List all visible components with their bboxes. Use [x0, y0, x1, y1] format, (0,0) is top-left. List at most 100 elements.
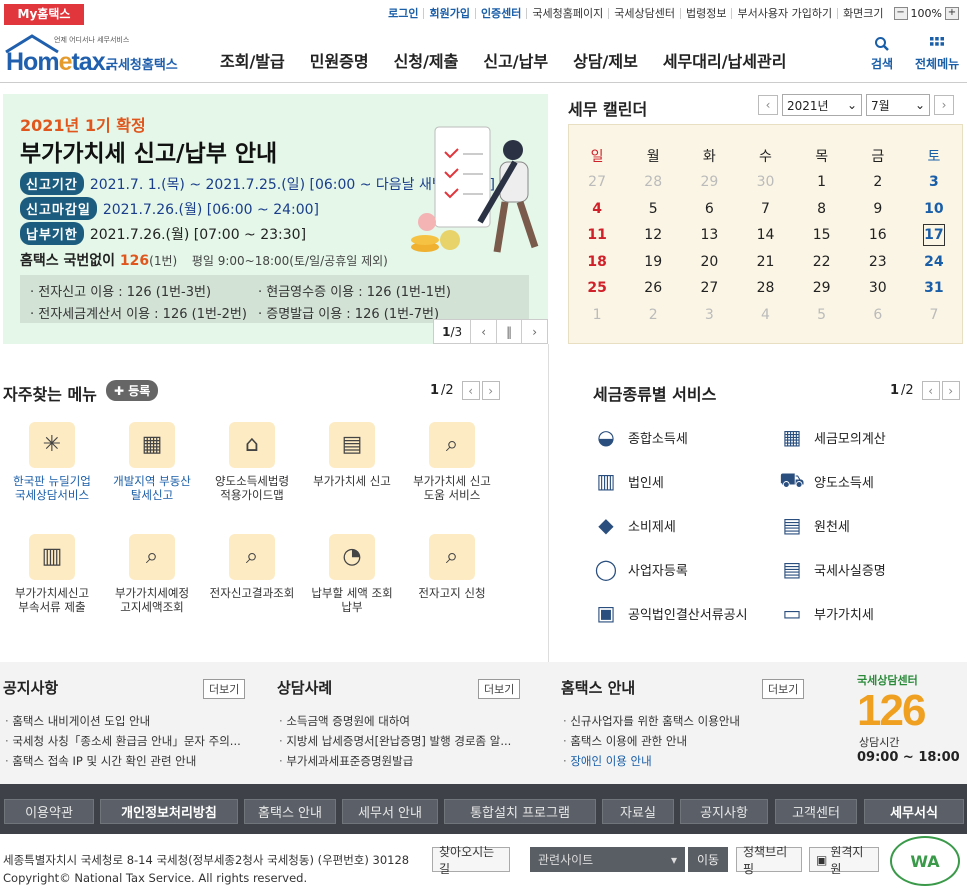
notice-item[interactable]: 소득금액 증명원에 대하여 [279, 711, 511, 731]
calendar-day[interactable]: 30 [737, 169, 793, 196]
banner-pause-button[interactable]: ‖ [495, 320, 522, 343]
calendar-day[interactable]: 8 [794, 196, 850, 223]
nav-tax-agent[interactable]: 세무대리/납세관리 [663, 48, 787, 72]
more-button[interactable]: 더보기 [203, 679, 246, 699]
services-next-button[interactable]: › [941, 381, 960, 400]
calendar-day[interactable]: 5 [794, 302, 850, 329]
more-button[interactable]: 더보기 [762, 679, 805, 699]
service-item[interactable]: ◆ 소비제세 [592, 511, 676, 539]
notice-item[interactable]: 홈택스 이용에 관한 안내 [563, 731, 740, 751]
policy-briefing-link[interactable]: 정책브리핑 [736, 845, 802, 876]
footer-link[interactable]: 세무서식 [864, 799, 964, 824]
remote-support-button[interactable]: ▣ 원격지원 [809, 845, 879, 876]
favorite-item[interactable]: ⌕ 전자고지 신청 [408, 534, 496, 600]
calendar-day[interactable]: 3 [906, 169, 962, 196]
favorite-item[interactable]: ▦ 개발지역 부동산 탈세신고 [108, 422, 196, 502]
service-item[interactable]: ⛟ 양도소득세 [778, 467, 873, 495]
calendar-day[interactable]: 31 [906, 275, 962, 302]
notice-item[interactable]: 국세청 사칭「종소세 환급금 안내」문자 주의... [5, 731, 240, 751]
notice-item[interactable]: 홈택스 접속 IP 및 시간 확인 관련 안내 [5, 751, 241, 771]
calendar-day[interactable]: 2 [625, 302, 681, 329]
notice-item[interactable]: 장애인 이용 안내 [563, 751, 740, 771]
favorites-next-button[interactable]: › [481, 381, 500, 400]
consult-center-ad[interactable]: 국세상담센터 126 상담시간 09:00 ~ 18:00 [857, 672, 965, 780]
dept-user-signup-link[interactable]: 부서사용자 가입하기 [732, 8, 839, 19]
service-item[interactable]: ▣ 공익법인결산서류공시 [592, 599, 748, 627]
calendar-day[interactable]: 11 [569, 222, 625, 249]
calendar-day[interactable]: 24 [906, 249, 962, 276]
calendar-day[interactable]: 30 [850, 275, 906, 302]
favorite-item[interactable]: ▤ 부가가치세 신고 [308, 422, 396, 488]
calendar-day[interactable]: 26 [625, 275, 681, 302]
more-button[interactable]: 더보기 [478, 679, 521, 699]
zoom-in-button[interactable]: + [945, 7, 959, 20]
my-hometax-button[interactable]: My홈택스 [4, 4, 84, 25]
footer-link[interactable]: 이용약관 [4, 799, 94, 824]
calendar-day[interactable]: 6 [850, 302, 906, 329]
notice-item[interactable]: 부가세과세표준증명원발급 [279, 751, 511, 771]
calendar-day[interactable]: 5 [625, 196, 681, 223]
banner-prev-button[interactable]: ‹ [470, 320, 496, 343]
service-item[interactable]: ◒ 종합소득세 [592, 423, 688, 451]
search-button[interactable]: 검색 [871, 36, 893, 72]
calendar-day[interactable]: 21 [737, 249, 793, 276]
calendar-day[interactable]: 3 [681, 302, 737, 329]
calendar-day[interactable]: 27 [681, 275, 737, 302]
services-prev-button[interactable]: ‹ [921, 381, 940, 400]
calendar-day[interactable]: 20 [681, 249, 737, 276]
service-item[interactable]: ▥ 법인세 [592, 467, 664, 495]
calendar-day[interactable]: 27 [569, 169, 625, 196]
directions-button[interactable]: 찾아오시는 길 [432, 845, 510, 876]
favorite-item[interactable]: ▥ 부가가치세신고 부속서류 제출 [8, 534, 96, 614]
footer-link[interactable]: 통합설치 프로그램 [444, 799, 596, 824]
service-item[interactable]: ▤ 원천세 [778, 511, 850, 539]
nav-report-pay[interactable]: 신고/납부 [483, 48, 548, 72]
login-link[interactable]: 로그인 [383, 8, 425, 19]
zoom-out-button[interactable]: − [893, 7, 908, 20]
service-item[interactable]: ▤ 국세사실증명 [778, 555, 886, 583]
favorite-item[interactable]: ⌕ 전자신고결과조회 [208, 534, 296, 600]
calendar-day[interactable]: 19 [625, 249, 681, 276]
calendar-day[interactable]: 1 [794, 169, 850, 196]
nav-certificate[interactable]: 민원증명 [310, 48, 369, 72]
calendar-day[interactable]: 29 [794, 275, 850, 302]
calendar-day[interactable]: 9 [850, 196, 906, 223]
calendar-day[interactable]: 10 [906, 196, 962, 223]
favorite-item[interactable]: ⌕ 부가가치세예정 고지세액조회 [108, 534, 196, 614]
service-item[interactable]: ◯ 사업자등록 [592, 555, 688, 583]
calendar-day[interactable]: 18 [569, 249, 625, 276]
calendar-day[interactable]: 23 [850, 249, 906, 276]
footer-link[interactable]: 홈택스 안내 [244, 799, 336, 824]
calendar-day[interactable]: 4 [569, 196, 625, 223]
favorite-item[interactable]: ◔ 납부할 세액 조회납부 [308, 534, 396, 614]
favorites-add-button[interactable]: ✚ 등록 [106, 380, 159, 401]
related-sites-select[interactable]: 관련사이트 ▾ [530, 847, 685, 872]
nav-inquiry[interactable]: 조회/발급 [220, 48, 285, 72]
footer-link[interactable]: 세무서 안내 [342, 799, 438, 824]
calendar-day[interactable]: 14 [737, 222, 793, 249]
banner-next-button[interactable]: › [521, 320, 547, 343]
calendar-day[interactable]: 28 [625, 169, 681, 196]
service-item[interactable]: ▦ 세금모의계산 [778, 423, 886, 451]
favorite-item[interactable]: ✳ 한국판 뉴딜기업 국세상담서비스 [8, 422, 96, 502]
favorites-prev-button[interactable]: ‹ [461, 381, 480, 400]
calendar-day[interactable]: 2 [850, 169, 906, 196]
footer-link[interactable]: 자료실 [602, 799, 674, 824]
year-select[interactable]: 2021년 ⌄ [782, 94, 862, 116]
calendar-day[interactable]: 6 [681, 196, 737, 223]
calendar-day[interactable]: 7 [737, 196, 793, 223]
hometax-logo[interactable]: 언제 어디서나 세무서비스 Hometax. 국세청홈택스 [4, 34, 184, 78]
tax-consult-link[interactable]: 국세상담센터 [609, 8, 681, 19]
notice-item[interactable]: 지방세 납세증명서[완납증명] 발행 경로좀 알... [279, 731, 511, 751]
law-info-link[interactable]: 법령정보 [681, 8, 733, 19]
favorite-item[interactable]: ⌂ 양도소득세법령 적용가이드맵 [208, 422, 296, 502]
footer-link[interactable]: 공지사항 [680, 799, 768, 824]
calendar-day[interactable]: 22 [794, 249, 850, 276]
favorite-item[interactable]: ⌕ 부가가치세 신고도움 서비스 [408, 422, 496, 502]
footer-link[interactable]: 고객센터 [775, 799, 857, 824]
calendar-prev-button[interactable]: ‹ [758, 95, 778, 115]
calendar-next-button[interactable]: › [934, 95, 954, 115]
calendar-day[interactable]: 4 [737, 302, 793, 329]
calendar-day[interactable]: 29 [681, 169, 737, 196]
calendar-day[interactable]: 28 [737, 275, 793, 302]
